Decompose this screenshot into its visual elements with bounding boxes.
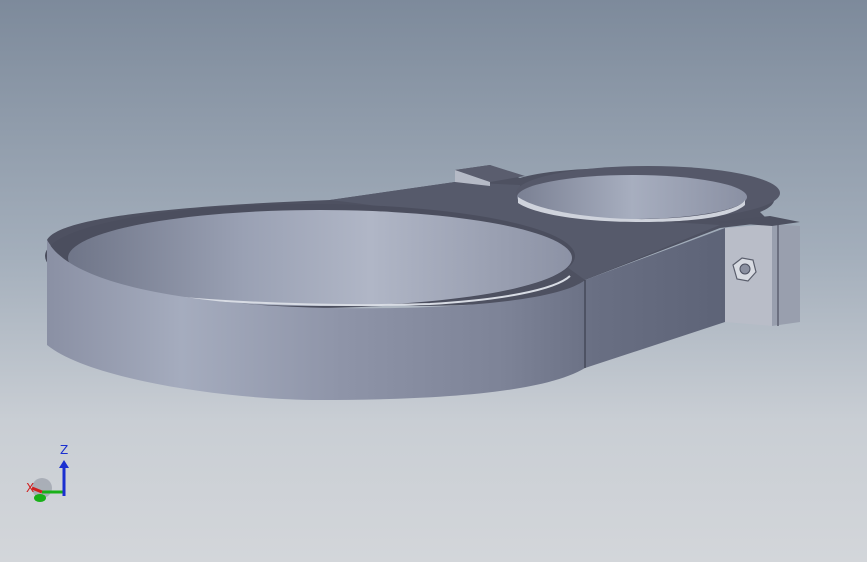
triad-z-label: Z [60, 443, 68, 457]
triad-y-arrow-icon [34, 494, 46, 502]
triad-z-arrow-icon [59, 460, 69, 468]
graphics-viewport[interactable]: Z X [0, 0, 867, 562]
orientation-triad[interactable]: Z X [20, 440, 80, 510]
clamp-bracket-model[interactable] [0, 0, 867, 562]
clamp-ear-face [772, 224, 800, 326]
triad-x-label: X [26, 481, 34, 495]
